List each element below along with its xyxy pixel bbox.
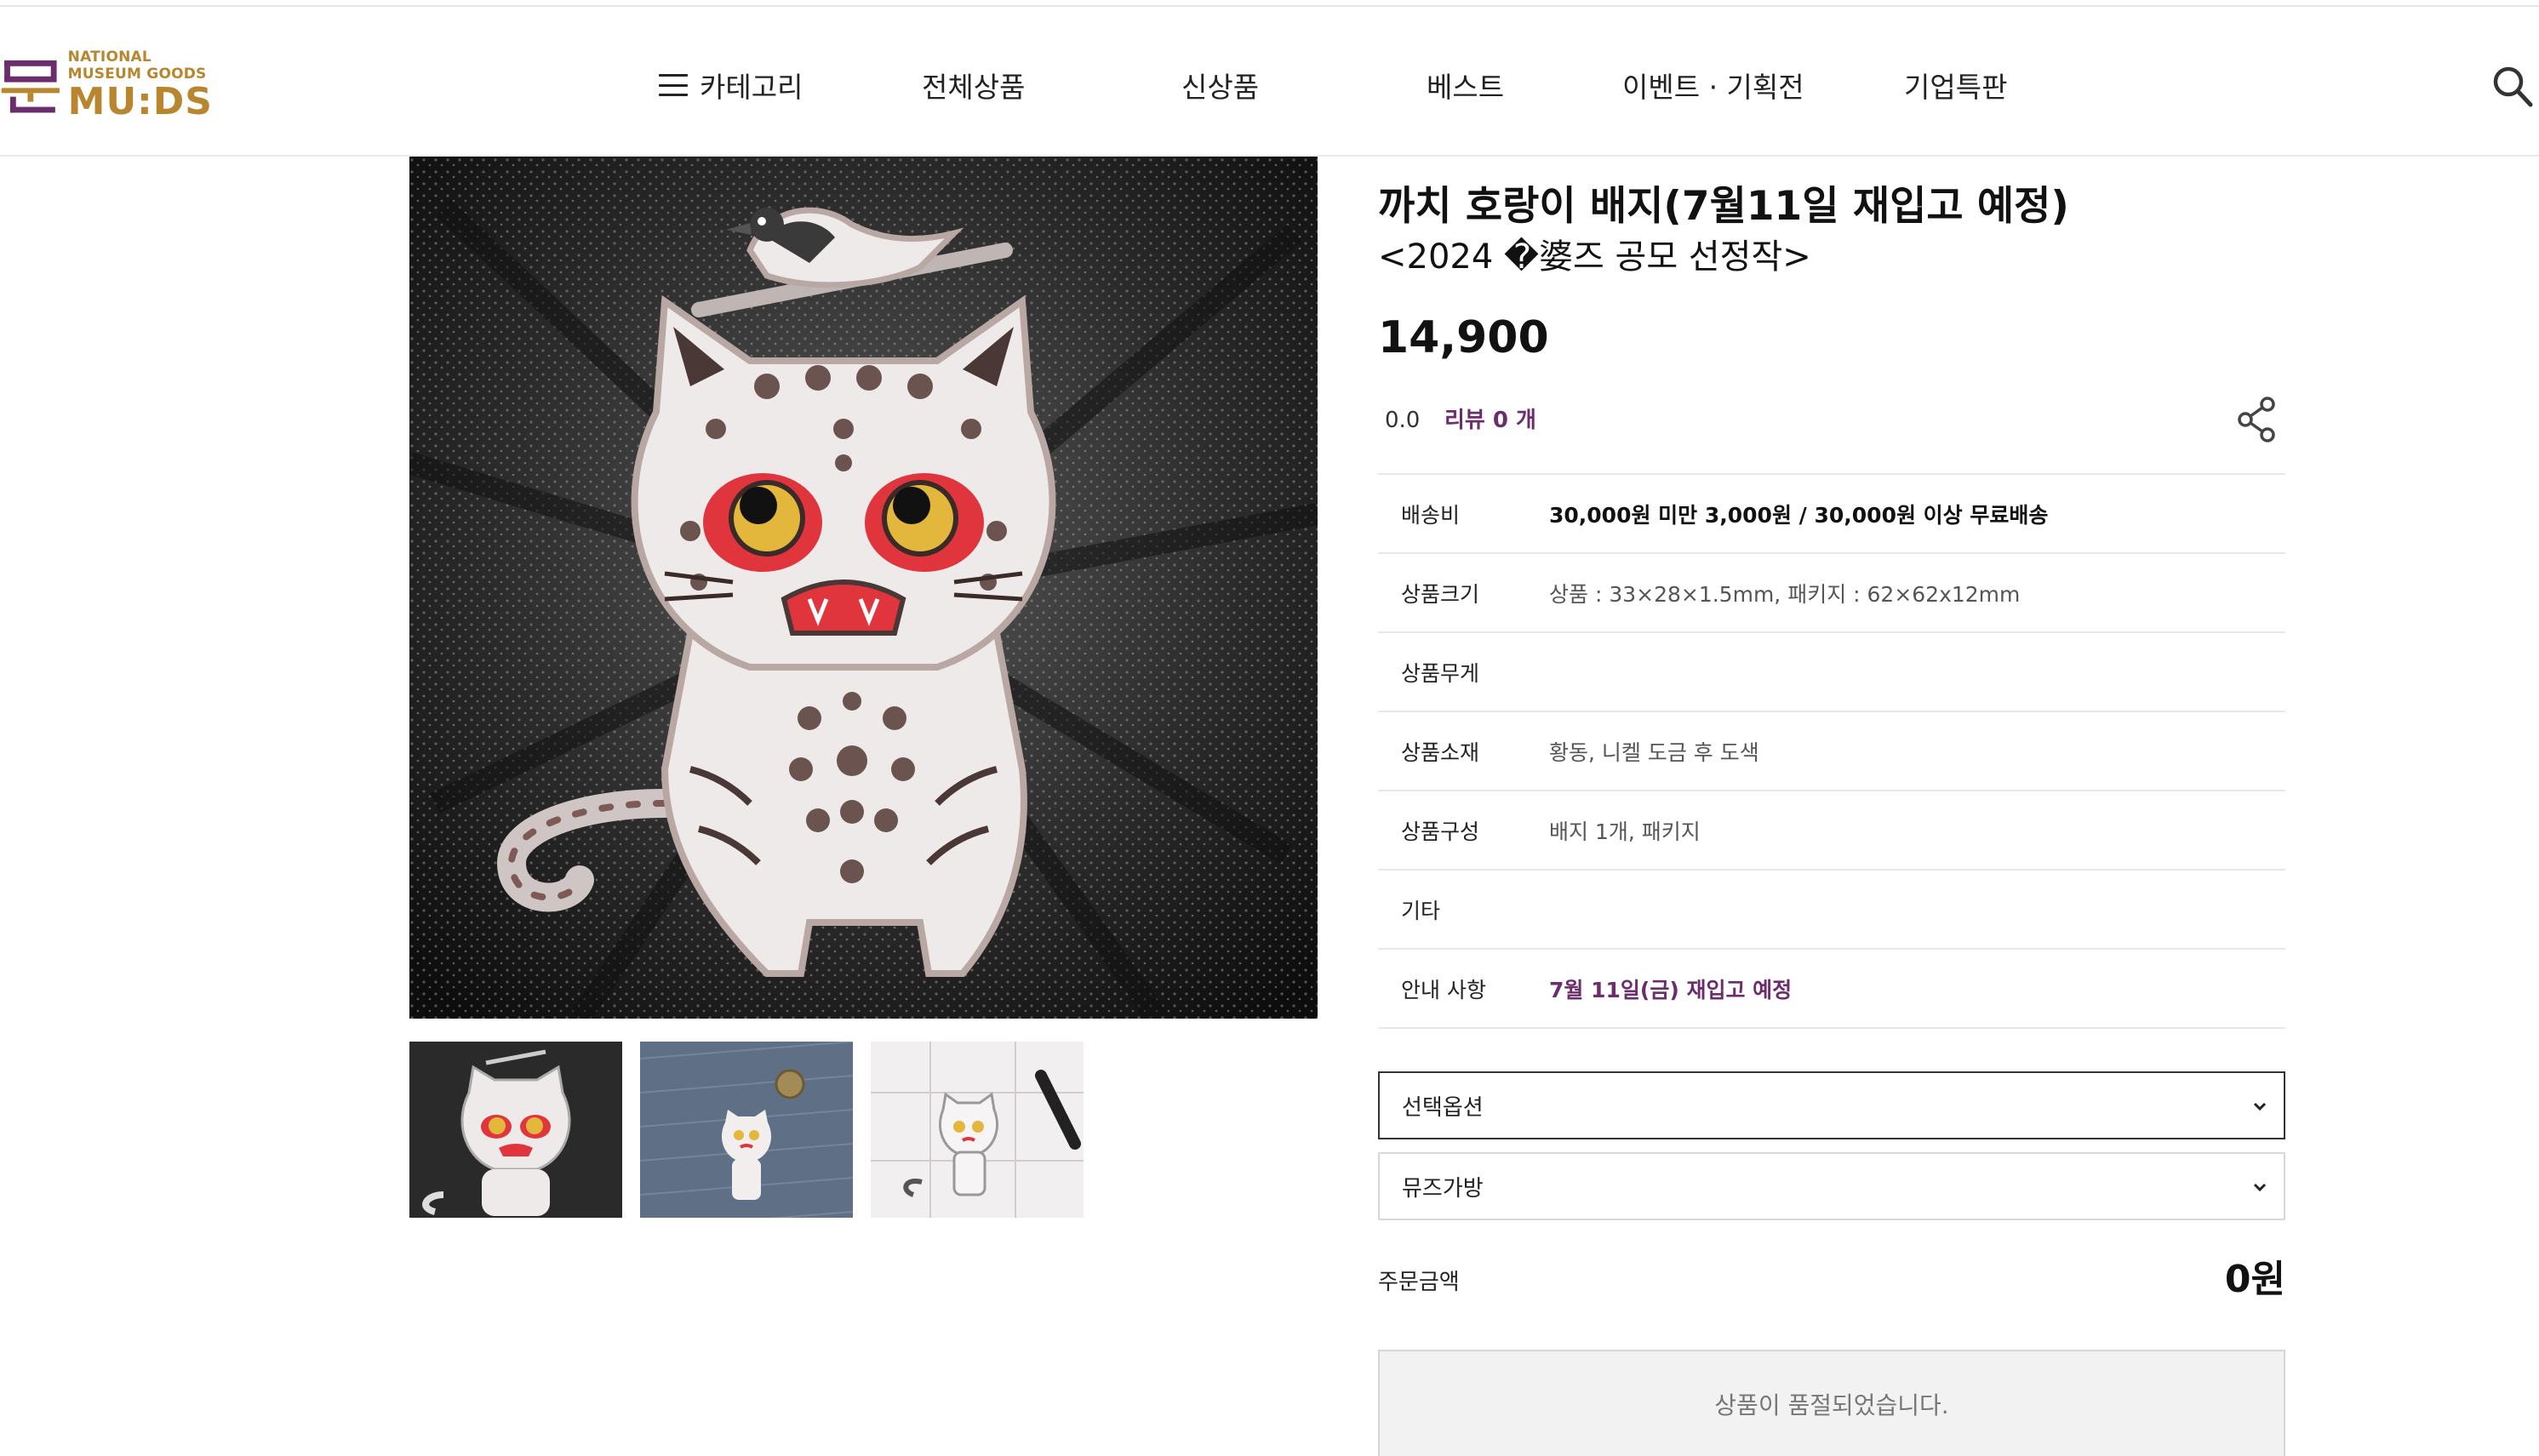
spec-value: 상품 : 33×28×1.5mm, 패키지 : 62×62x12mm	[1549, 581, 2021, 607]
spec-value: 7월 11일(금) 재입고 예정	[1549, 977, 1793, 1002]
top-border	[0, 0, 2539, 7]
spec-row-notice: 안내 사항 7월 11일(금) 재입고 예정	[1378, 950, 2285, 1029]
thumbnail-badge-on-denim[interactable]	[640, 1042, 853, 1218]
rating-score: 0.0	[1385, 408, 1421, 433]
order-total-value: 0원	[2224, 1258, 2285, 1301]
spec-row-size: 상품크기 상품 : 33×28×1.5mm, 패키지 : 62×62x12mm	[1378, 554, 2285, 633]
thumbnail-badge-on-calendar[interactable]	[871, 1042, 1084, 1218]
spec-row-material: 상품소재 황동, 니켈 도금 후 도색	[1378, 712, 2285, 791]
thumbnail-3-image	[871, 1042, 1084, 1218]
spec-label: 상품소재	[1401, 739, 1480, 765]
spec-value: 배지 1개, 패키지	[1549, 819, 1701, 844]
review-count-link[interactable]: 리뷰 0 개	[1444, 405, 1536, 436]
spec-label: 상품구성	[1401, 819, 1480, 844]
nav-new-products[interactable]: 신상품	[1181, 66, 1259, 104]
spec-label: 상품크기	[1401, 581, 1480, 607]
nav-events[interactable]: 이벤트 · 기획전	[1622, 66, 1804, 104]
product-subtitle: <2024 �婆즈 공모 선정작>	[1378, 237, 1811, 277]
bag-select-label: 뮤즈가방	[1402, 1175, 1484, 1202]
product-title: 까치 호랑이 배지(7월11일 재입고 예정)	[1378, 183, 2069, 230]
chevron-down-icon	[2253, 1102, 2267, 1111]
nav-all-products[interactable]: 전체상품	[922, 66, 1025, 104]
nav-category[interactable]: 카테고리	[659, 66, 803, 104]
chevron-down-icon	[2253, 1183, 2267, 1192]
search-icon	[2493, 66, 2533, 107]
share-icon	[2238, 397, 2275, 443]
search-button[interactable]	[2490, 63, 2535, 111]
spec-row-etc: 기타	[1378, 871, 2285, 950]
spec-value: 30,000원 미만 3,000원 / 30,000원 이상 무료배송	[1549, 502, 2049, 528]
share-button[interactable]	[2235, 396, 2281, 445]
thumbnail-1-image	[409, 1042, 622, 1218]
product-spec-table: 배송비 30,000원 미만 3,000원 / 30,000원 이상 무료배송 …	[1378, 473, 2285, 1029]
product-main-image[interactable]	[409, 157, 1318, 1019]
hamburger-icon	[659, 74, 688, 96]
option-select[interactable]: 선택옵션	[1378, 1071, 2285, 1139]
nav-corporate[interactable]: 기업특판	[1904, 66, 2007, 104]
option-select-label: 선택옵션	[1402, 1094, 1484, 1121]
tiger-badge-illustration	[409, 157, 1318, 1019]
main-nav: 카테고리 전체상품 신상품 베스트 이벤트 · 기획전 기업특판	[0, 7, 2539, 157]
thumbnail-badge-closeup[interactable]	[409, 1042, 622, 1218]
spec-label: 배송비	[1401, 502, 1461, 528]
nav-category-label: 카테고리	[700, 71, 803, 104]
nav-best[interactable]: 베스트	[1427, 66, 1504, 104]
spec-value: 황동, 니켈 도금 후 도색	[1549, 739, 1759, 765]
spec-label: 상품무게	[1401, 660, 1480, 686]
soldout-button[interactable]: 상품이 품절되었습니다.	[1378, 1350, 2285, 1456]
site-header: NATIONAL MUSEUM GOODS MU:DS 카테고리 전체상품 신상…	[0, 7, 2539, 157]
spec-row-shipping: 배송비 30,000원 미만 3,000원 / 30,000원 이상 무료배송	[1378, 475, 2285, 554]
bag-select[interactable]: 뮤즈가방	[1378, 1152, 2285, 1220]
spec-row-composition: 상품구성 배지 1개, 패키지	[1378, 791, 2285, 871]
product-price: 14,900	[1378, 312, 1549, 363]
thumbnail-2-image	[640, 1042, 853, 1218]
spec-label: 안내 사항	[1401, 977, 1486, 1002]
spec-row-weight: 상품무게	[1378, 633, 2285, 712]
order-total-label: 주문금액	[1378, 1270, 1460, 1295]
spec-label: 기타	[1401, 898, 1441, 923]
